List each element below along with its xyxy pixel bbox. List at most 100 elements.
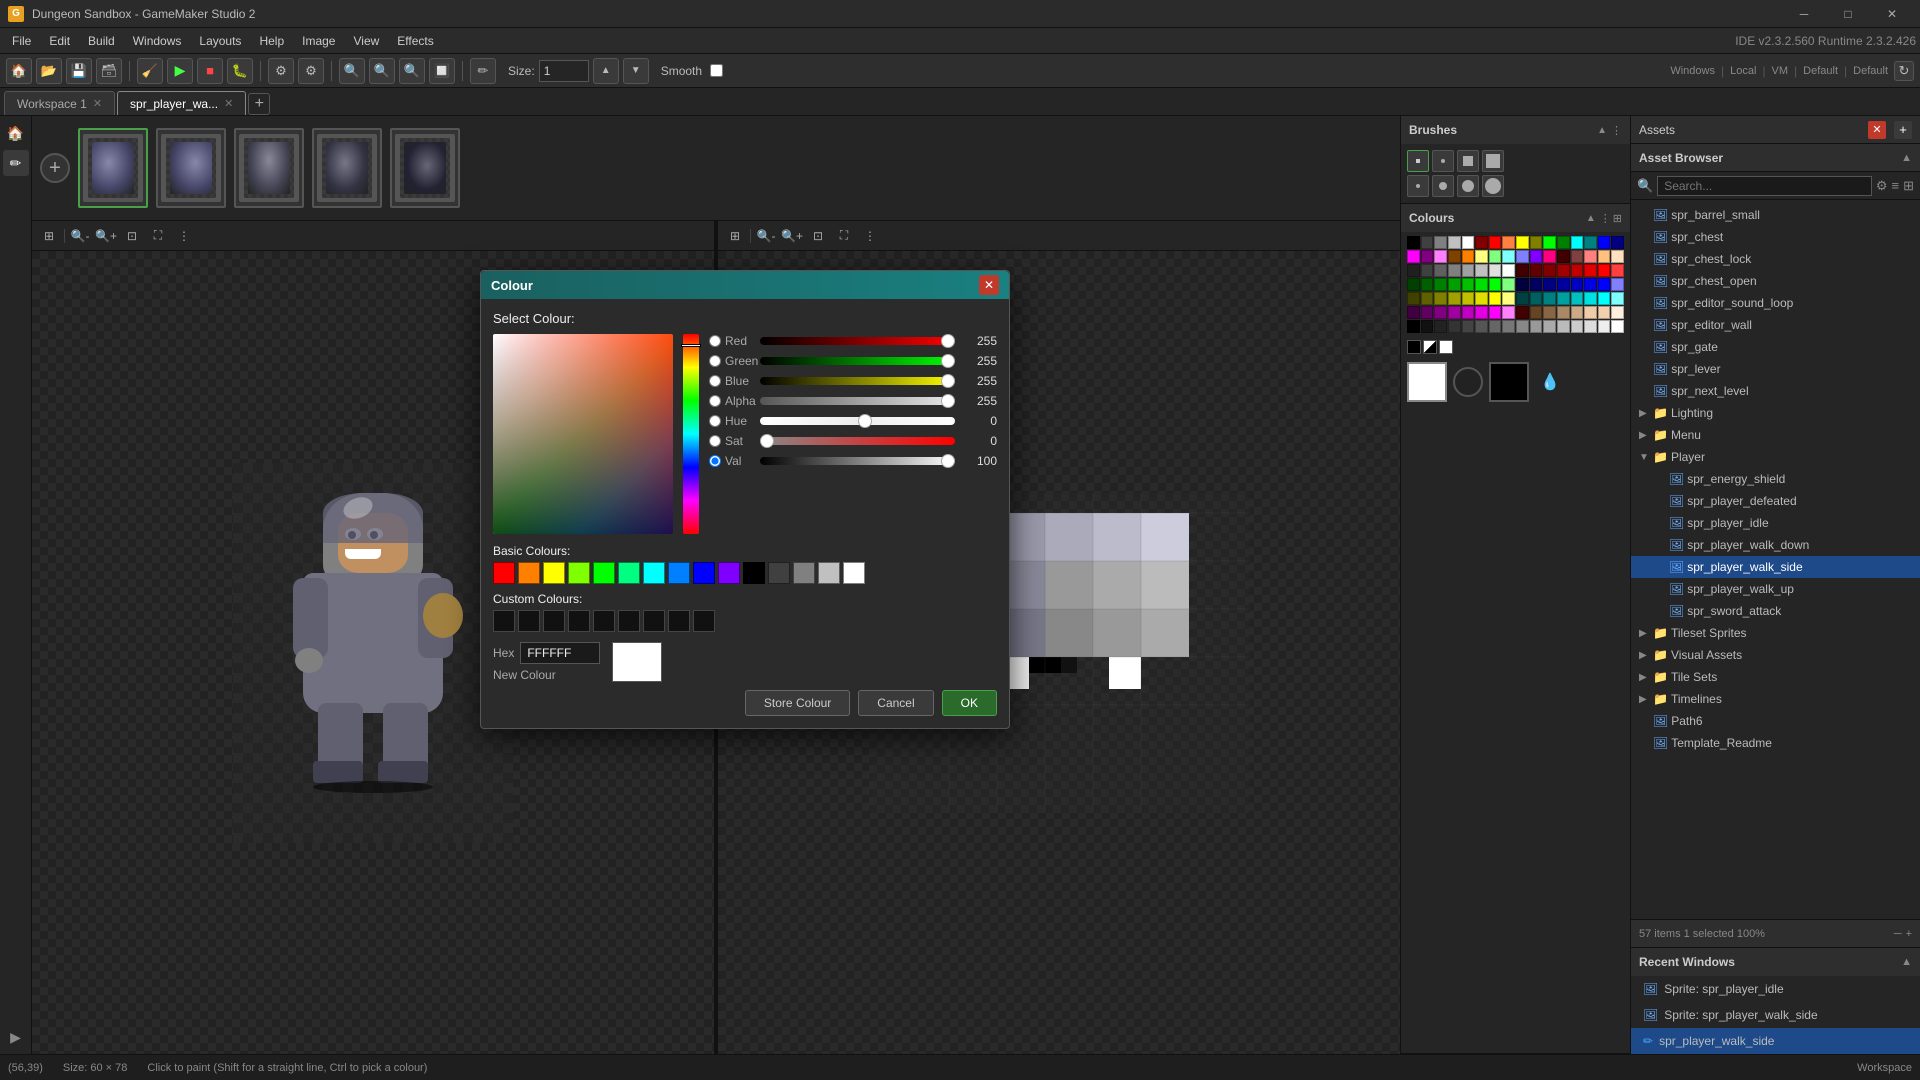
smooth-checkbox[interactable] bbox=[710, 64, 723, 77]
swatch-1-9[interactable] bbox=[1530, 250, 1543, 263]
swatch-2-11[interactable] bbox=[1557, 264, 1570, 277]
swatch-3-0[interactable] bbox=[1407, 278, 1420, 291]
frame-4[interactable] bbox=[312, 128, 382, 208]
basic-colour-9[interactable] bbox=[718, 562, 740, 584]
custom-colour-7[interactable] bbox=[668, 610, 690, 632]
brush-dot-5[interactable] bbox=[1482, 175, 1504, 197]
basic-colour-8[interactable] bbox=[693, 562, 715, 584]
swatch-0-3[interactable] bbox=[1448, 236, 1461, 249]
swatch-6-3[interactable] bbox=[1448, 320, 1461, 333]
brush-dot-4[interactable] bbox=[1457, 175, 1479, 197]
swatch-2-13[interactable] bbox=[1584, 264, 1597, 277]
swatch-2-5[interactable] bbox=[1475, 264, 1488, 277]
asset-item-spr_player_walk_side[interactable]: 🖼spr_player_walk_side bbox=[1631, 556, 1920, 578]
brush-sq-1[interactable] bbox=[1407, 150, 1429, 172]
swatch-4-11[interactable] bbox=[1557, 292, 1570, 305]
fullscreen-canvas[interactable]: ⛶ bbox=[147, 225, 169, 247]
swatch-2-12[interactable] bbox=[1571, 264, 1584, 277]
frame-3[interactable] bbox=[234, 128, 304, 208]
tab-sprite-close[interactable]: ✕ bbox=[224, 97, 233, 110]
colour-dialog-titlebar[interactable]: Colour ✕ bbox=[481, 271, 1009, 299]
swatch-6-12[interactable] bbox=[1571, 320, 1584, 333]
menu-edit[interactable]: Edit bbox=[41, 31, 78, 51]
swatch-1-14[interactable] bbox=[1598, 250, 1611, 263]
basic-colour-4[interactable] bbox=[593, 562, 615, 584]
brushes-header[interactable]: Brushes ▲ ⋮ bbox=[1401, 116, 1630, 144]
filter-icon[interactable]: ⚙ bbox=[1876, 178, 1888, 194]
size-input[interactable] bbox=[539, 60, 589, 82]
swatch-1-15[interactable] bbox=[1611, 250, 1624, 263]
grid-view-button[interactable]: ⊞ bbox=[38, 225, 60, 247]
brush-dot-2[interactable] bbox=[1407, 175, 1429, 197]
swatch-1-3[interactable] bbox=[1448, 250, 1461, 263]
pencil-button[interactable]: ✏ bbox=[470, 58, 496, 84]
swatch-5-9[interactable] bbox=[1530, 306, 1543, 319]
more-canvas-r[interactable]: ⋮ bbox=[859, 225, 881, 247]
val-thumb[interactable] bbox=[941, 454, 955, 468]
basic-colour-1[interactable] bbox=[518, 562, 540, 584]
swatch-4-3[interactable] bbox=[1448, 292, 1461, 305]
swatch-2-15[interactable] bbox=[1611, 264, 1624, 277]
swatch-1-5[interactable] bbox=[1475, 250, 1488, 263]
swatch-0-1[interactable] bbox=[1421, 236, 1434, 249]
run-button[interactable]: ▶ bbox=[167, 58, 193, 84]
brush-dot-1[interactable] bbox=[1432, 150, 1454, 172]
basic-colour-3[interactable] bbox=[568, 562, 590, 584]
home-button[interactable]: 🏠 bbox=[6, 58, 32, 84]
asset-item-spr_player_walk_down[interactable]: 🖼spr_player_walk_down bbox=[1631, 534, 1920, 556]
swatch-6-1[interactable] bbox=[1421, 320, 1434, 333]
custom-colour-4[interactable] bbox=[593, 610, 615, 632]
swatch-5-0[interactable] bbox=[1407, 306, 1420, 319]
zoom-out-canvas-r[interactable]: 🔍- bbox=[755, 225, 777, 247]
swatch-4-12[interactable] bbox=[1571, 292, 1584, 305]
swatch-1-13[interactable] bbox=[1584, 250, 1597, 263]
brushes-more[interactable]: ⋮ bbox=[1611, 124, 1622, 137]
tab-sprite-editor[interactable]: spr_player_wa... ✕ bbox=[117, 91, 246, 115]
colour-rainbow[interactable] bbox=[683, 334, 699, 534]
zoom-in-canvas[interactable]: 🔍+ bbox=[95, 225, 117, 247]
tab-workspace-close[interactable]: ✕ bbox=[93, 97, 102, 110]
swap-colours[interactable] bbox=[1453, 367, 1483, 397]
menu-layouts[interactable]: Layouts bbox=[191, 31, 249, 51]
asset-panel-expand[interactable]: + bbox=[1894, 121, 1912, 139]
swatch-3-1[interactable] bbox=[1421, 278, 1434, 291]
save-button[interactable]: 💾 bbox=[66, 58, 92, 84]
custom-colour-0[interactable] bbox=[493, 610, 515, 632]
game-settings-button[interactable]: ⚙ bbox=[298, 58, 324, 84]
recent-item-2[interactable]: ✏spr_player_walk_side bbox=[1631, 1028, 1920, 1054]
more-canvas[interactable]: ⋮ bbox=[173, 225, 195, 247]
left-tool-home[interactable]: 🏠 bbox=[3, 120, 29, 146]
minimize-button[interactable]: ─ bbox=[1784, 0, 1824, 28]
hue-radio[interactable] bbox=[709, 415, 721, 427]
swatch-6-2[interactable] bbox=[1434, 320, 1447, 333]
asset-item-spr_editor_sound_loop[interactable]: 🖼spr_editor_sound_loop bbox=[1631, 292, 1920, 314]
transparent-swatch[interactable] bbox=[1423, 340, 1437, 354]
swatch-5-10[interactable] bbox=[1543, 306, 1556, 319]
swatch-6-7[interactable] bbox=[1502, 320, 1515, 333]
swatch-5-3[interactable] bbox=[1448, 306, 1461, 319]
basic-colour-extra-3[interactable] bbox=[818, 562, 840, 584]
swatch-1-7[interactable] bbox=[1502, 250, 1515, 263]
swatch-1-2[interactable] bbox=[1434, 250, 1447, 263]
zoom-fit-canvas-r[interactable]: ⊡ bbox=[807, 225, 829, 247]
swatch-0-6[interactable] bbox=[1489, 236, 1502, 249]
basic-colour-6[interactable] bbox=[643, 562, 665, 584]
swatch-4-8[interactable] bbox=[1516, 292, 1529, 305]
stop-button[interactable]: ■ bbox=[197, 58, 223, 84]
close-button[interactable]: ✕ bbox=[1872, 0, 1912, 28]
zoom-increase[interactable]: + bbox=[1906, 928, 1912, 940]
recent-item-1[interactable]: 🖼Sprite: spr_player_walk_side bbox=[1631, 1002, 1920, 1028]
asset-item-spr_player_defeated[interactable]: 🖼spr_player_defeated bbox=[1631, 490, 1920, 512]
colours-header[interactable]: Colours ▲ ⋮ ⊞ bbox=[1401, 204, 1630, 232]
swatch-0-11[interactable] bbox=[1557, 236, 1570, 249]
fullscreen-canvas-r[interactable]: ⛶ bbox=[833, 225, 855, 247]
swatch-6-5[interactable] bbox=[1475, 320, 1488, 333]
swatch-1-6[interactable] bbox=[1489, 250, 1502, 263]
swatch-6-15[interactable] bbox=[1611, 320, 1624, 333]
swatch-3-13[interactable] bbox=[1584, 278, 1597, 291]
swatch-3-9[interactable] bbox=[1530, 278, 1543, 291]
swatch-0-10[interactable] bbox=[1543, 236, 1556, 249]
asset-item-Player[interactable]: ▼📁Player bbox=[1631, 446, 1920, 468]
blue-radio[interactable] bbox=[709, 375, 721, 387]
swatch-5-5[interactable] bbox=[1475, 306, 1488, 319]
